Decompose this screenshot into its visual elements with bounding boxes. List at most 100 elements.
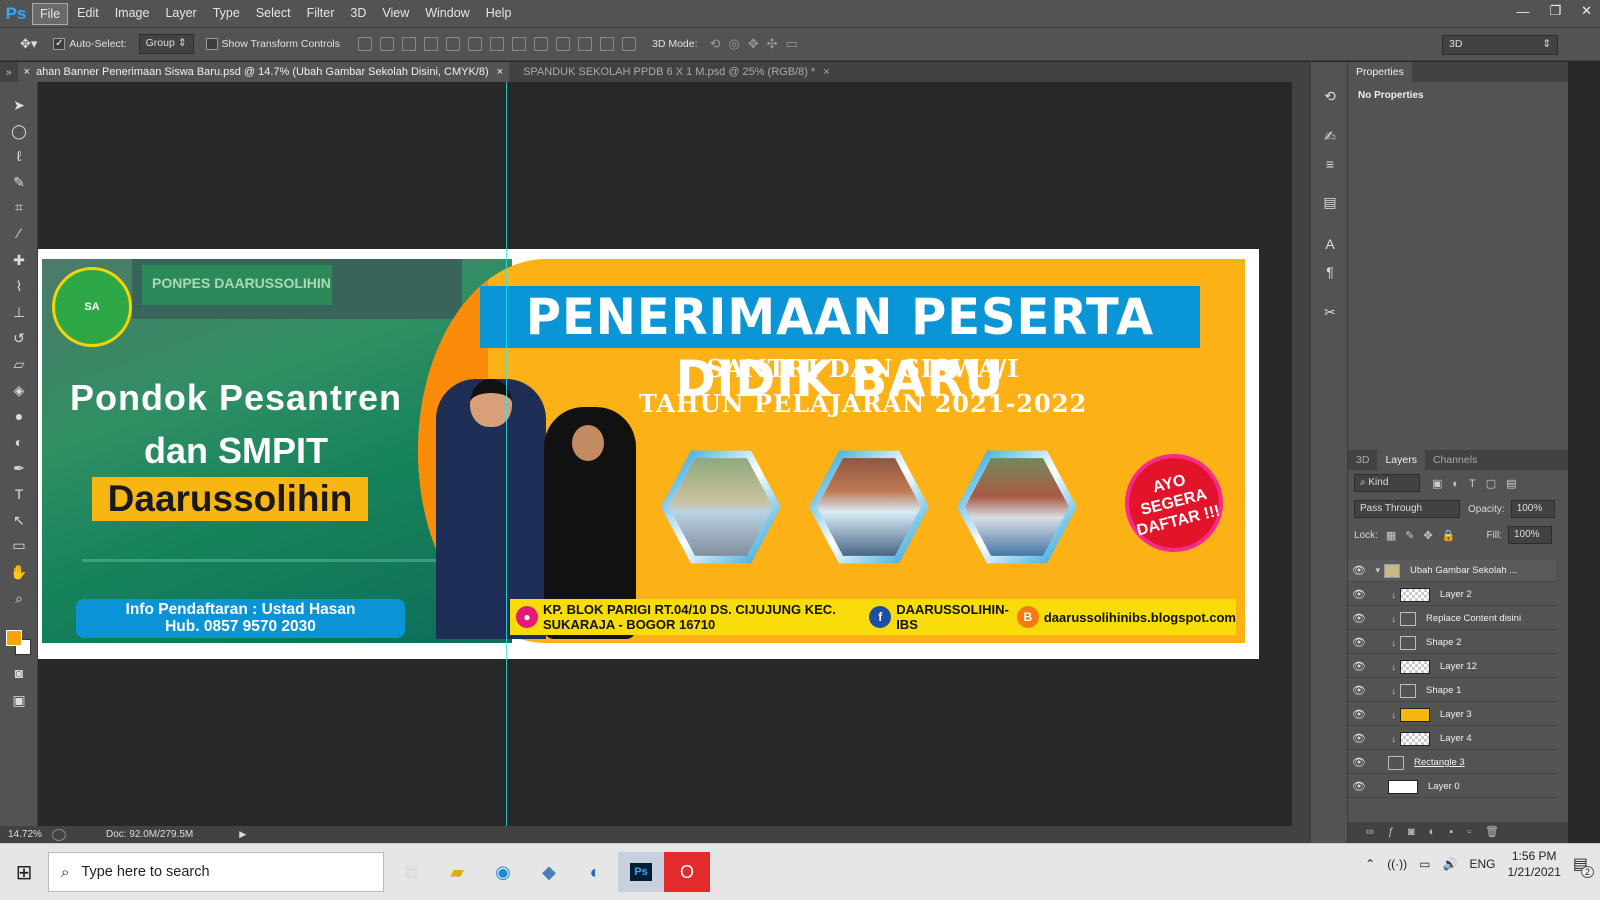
opacity-field[interactable]: 100%: [1510, 500, 1555, 518]
distribute-right-icon[interactable]: [600, 37, 614, 51]
visibility-eye-icon[interactable]: 👁: [1348, 588, 1370, 601]
menu-filter[interactable]: Filter: [300, 3, 342, 25]
show-transform-checkbox[interactable]: Show Transform Controls: [205, 38, 340, 50]
foreground-color-swatch[interactable]: [6, 630, 22, 646]
type-tool-icon[interactable]: T: [8, 483, 30, 505]
lock-icons[interactable]: ▦✎✥🔒: [1386, 529, 1465, 542]
auto-align-icon[interactable]: [622, 37, 636, 51]
lasso-tool-icon[interactable]: ℓ: [8, 145, 30, 167]
distribute-hcenter-icon[interactable]: [578, 37, 592, 51]
edge-icon[interactable]: ◉: [480, 852, 526, 892]
layer-actions[interactable]: ∞ƒ◙◐▪▫🗑: [1348, 822, 1568, 843]
paragraph-style-icon[interactable]: ▤: [1320, 192, 1340, 212]
auto-select-checkbox[interactable]: ✓ Auto-Select:: [53, 38, 127, 50]
move-tool-icon[interactable]: ➤: [8, 94, 30, 116]
distribute-left-icon[interactable]: [556, 37, 570, 51]
canvas-scrollbar[interactable]: [1292, 82, 1310, 826]
filter-icons[interactable]: ▣◐T▢▤: [1432, 477, 1527, 490]
visibility-eye-icon[interactable]: 👁: [1348, 660, 1370, 673]
notification-icon[interactable]: ▤ 2: [1573, 854, 1594, 878]
marquee-tool-icon[interactable]: ◯: [8, 120, 30, 142]
chevron-up-icon[interactable]: ⌃: [1365, 857, 1375, 871]
tab-close-icon[interactable]: ×: [497, 66, 503, 78]
move-tool-preset-icon[interactable]: ✥▾: [20, 36, 37, 52]
layer-row[interactable]: 👁 ↓ Layer 3: [1348, 704, 1556, 726]
eraser-tool-icon[interactable]: ▱: [8, 353, 30, 375]
layer-row[interactable]: 👁 ↓ Shape 1: [1348, 680, 1556, 702]
tab-spanduk-document[interactable]: SPANDUK SEKOLAH PPDB 6 X 1 M.psd @ 25% (…: [517, 62, 836, 82]
layer-row[interactable]: 👁 ↓ Replace Content disini: [1348, 608, 1556, 630]
align-vcenter-icon[interactable]: [380, 37, 394, 51]
store-app-icon[interactable]: ◆: [526, 852, 572, 892]
layer-row[interactable]: 👁 Layer 0: [1348, 776, 1556, 798]
visibility-eye-icon[interactable]: 👁: [1348, 612, 1370, 625]
group-expand-icon[interactable]: ▾: [1370, 565, 1384, 576]
hand-tool-icon[interactable]: ✋: [8, 561, 30, 583]
blend-mode-dropdown[interactable]: Pass Through: [1354, 500, 1460, 518]
blur-tool-icon[interactable]: ●: [8, 405, 30, 427]
file-explorer-icon[interactable]: ▰: [434, 852, 480, 892]
layer-row[interactable]: 👁 ↓ Shape 2: [1348, 632, 1556, 654]
collapse-panels-icon[interactable]: »: [0, 67, 18, 78]
history-brush-tool-icon[interactable]: ↺: [8, 327, 30, 349]
screen-mode-icon[interactable]: ▣: [8, 689, 30, 711]
restore-button[interactable]: ❐: [1549, 3, 1561, 19]
3d-mode-icons[interactable]: ⟲◎✥✣▭: [710, 36, 806, 52]
history-panel-icon[interactable]: ⟲: [1320, 86, 1340, 106]
visibility-eye-icon[interactable]: 👁: [1348, 756, 1370, 769]
visibility-eye-icon[interactable]: 👁: [1348, 564, 1370, 577]
paragraph-panel-icon[interactable]: ¶: [1320, 262, 1340, 282]
menu-window[interactable]: Window: [418, 3, 476, 25]
menu-image[interactable]: Image: [108, 3, 157, 25]
tab-layers[interactable]: Layers: [1377, 450, 1425, 470]
banner-artwork[interactable]: PONPES DAARUSSOLIHIN SA Pondok Pesantren…: [38, 249, 1259, 659]
distribute-top-icon[interactable]: [490, 37, 504, 51]
crop-tool-icon[interactable]: ⌗: [8, 196, 30, 218]
align-bottom-icon[interactable]: [402, 37, 416, 51]
align-top-icon[interactable]: [358, 37, 372, 51]
network-icon[interactable]: ((·)): [1387, 857, 1407, 871]
language-indicator[interactable]: ENG: [1469, 857, 1495, 871]
tab-close-icon[interactable]: ×: [24, 66, 30, 78]
browser-app-icon[interactable]: ◐: [572, 852, 618, 892]
taskbar-search-box[interactable]: ⌕ Type here to search: [48, 852, 384, 892]
menu-file[interactable]: File: [32, 2, 69, 25]
layer-row[interactable]: 👁 ↓ Layer 4: [1348, 728, 1556, 750]
distribute-bottom-icon[interactable]: [534, 37, 548, 51]
tab-channels[interactable]: Channels: [1425, 450, 1485, 470]
menu-type[interactable]: Type: [206, 3, 247, 25]
clone-stamp-tool-icon[interactable]: ⊥: [8, 301, 30, 323]
distribute-vcenter-icon[interactable]: [512, 37, 526, 51]
clock[interactable]: 1:56 PM 1/21/2021: [1507, 848, 1560, 880]
quick-select-tool-icon[interactable]: ✎: [8, 171, 30, 193]
volume-icon[interactable]: 🔊: [1443, 857, 1458, 871]
pen-tool-icon[interactable]: ✒: [8, 457, 30, 479]
menu-select[interactable]: Select: [249, 3, 298, 25]
tab-active-document[interactable]: × ahan Banner Penerimaan Siswa Baru.psd …: [17, 62, 510, 82]
visibility-eye-icon[interactable]: 👁: [1348, 636, 1370, 649]
align-hcenter-icon[interactable]: [446, 37, 460, 51]
layer-row[interactable]: 👁 ↓ Layer 2: [1348, 584, 1556, 606]
healing-brush-tool-icon[interactable]: ✚: [8, 249, 30, 271]
filter-kind-dropdown[interactable]: ⌕ Kind: [1354, 474, 1420, 492]
windows-start-icon[interactable]: ⊞: [0, 852, 48, 892]
workspace-dropdown[interactable]: 3D ⇕: [1442, 35, 1558, 55]
opera-icon[interactable]: O: [664, 852, 710, 892]
character-panel-icon[interactable]: A: [1320, 234, 1340, 254]
eyedropper-tool-icon[interactable]: ⁄: [8, 222, 30, 244]
minimize-button[interactable]: —: [1516, 4, 1529, 19]
guide-line[interactable]: [506, 82, 507, 826]
menu-3d[interactable]: 3D: [343, 3, 373, 25]
layer-row[interactable]: 👁 Rectangle 3: [1348, 752, 1556, 774]
rectangle-tool-icon[interactable]: ▭: [8, 534, 30, 556]
path-selection-tool-icon[interactable]: ↖: [8, 509, 30, 531]
align-left-icon[interactable]: [424, 37, 438, 51]
adjustments-icon[interactable]: ≡: [1320, 154, 1340, 174]
tab-properties[interactable]: Properties: [1348, 62, 1412, 82]
layer-row[interactable]: 👁 ▾ Ubah Gambar Sekolah ...: [1348, 560, 1556, 582]
visibility-eye-icon[interactable]: 👁: [1348, 780, 1370, 793]
quick-mask-icon[interactable]: ◙: [8, 662, 30, 684]
status-menu-arrow-icon[interactable]: ▶: [239, 829, 246, 840]
fill-field[interactable]: 100%: [1508, 526, 1552, 544]
close-button[interactable]: ✕: [1581, 3, 1592, 19]
